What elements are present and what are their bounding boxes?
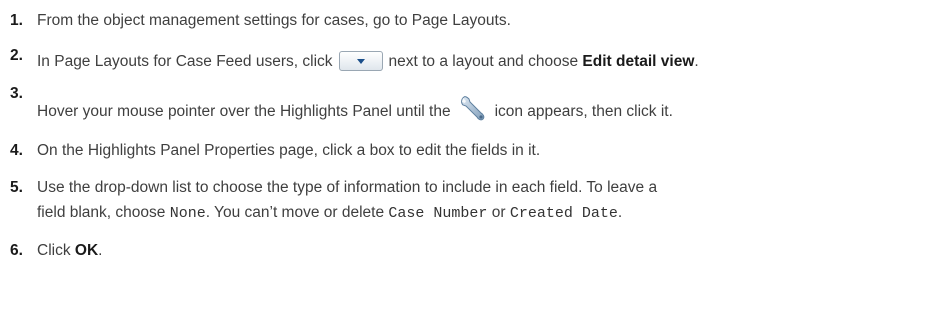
step-number: 3. [10,85,23,102]
step-text-part: icon appears, then click it. [494,103,673,121]
edit-detail-view-label: Edit detail view [582,53,695,71]
dropdown-button-icon [338,51,383,71]
step-text-part: . [694,53,699,71]
step-text: On the Highlights Panel Properties page,… [37,142,541,159]
step-text-part: . [617,204,623,221]
triangle-down-icon [356,59,365,64]
step-text: Hover your mouse pointer over the Highli… [37,94,673,127]
step-text-part: field blank, choose [37,204,166,221]
wrench-icon-svg [460,96,484,121]
step-text: From the object management settings for … [37,12,511,29]
step-number: 2. [10,47,23,64]
step-text-part: . [98,242,103,259]
code-none: None [169,205,206,222]
step-number: 5. [10,179,23,196]
step-text-part: . You can’t move or delete [205,204,385,221]
step-number: 1. [10,12,23,29]
step-text: In Page Layouts for Case Feed users, cli… [37,51,699,72]
step-text-part: next to a layout and choose [388,53,579,71]
step-number: 4. [10,142,23,159]
step-text-part: or [491,204,506,221]
step-text-part: Click [37,242,71,259]
step-text: Click OK. [37,241,102,261]
code-case-number: Case Number [388,205,488,222]
step-number: 6. [10,242,23,259]
step-text-part: Hover your mouse pointer over the Highli… [37,103,451,121]
code-created-date: Created Date [509,205,618,222]
wrench-icon [458,94,488,124]
step-text-line-1: Use the drop-down list to choose the typ… [37,179,658,196]
ok-label: OK [74,242,99,259]
step-text-line-2: field blank, choose None. You can’t move… [37,203,622,224]
step-text-part: In Page Layouts for Case Feed users, cli… [37,53,333,71]
